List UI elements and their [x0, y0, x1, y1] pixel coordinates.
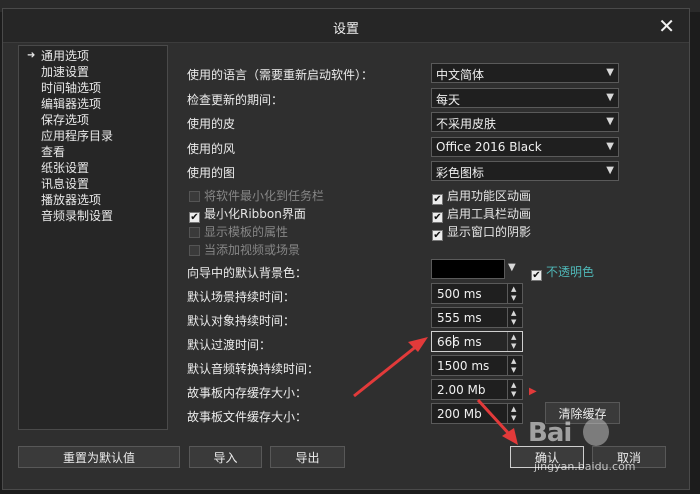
annotation-arrows — [353, 337, 518, 445]
annotation-arrow-ok — [476, 398, 512, 437]
annotation-arrow-transition — [353, 343, 419, 398]
